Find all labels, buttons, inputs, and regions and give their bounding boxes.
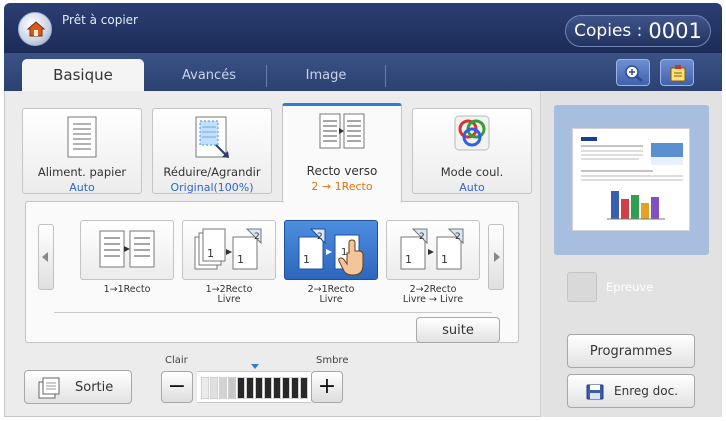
density-light-label: Clair: [165, 355, 188, 366]
side-panel: Epreuve Programmes Enreg doc.: [540, 91, 722, 417]
svg-text:1: 1: [441, 253, 448, 266]
svg-text:1: 1: [237, 253, 244, 266]
home-icon: [26, 21, 46, 37]
duplex-label: Recto verso: [306, 164, 378, 178]
svg-text:2: 2: [419, 232, 425, 242]
svg-text:2: 2: [455, 232, 461, 242]
reduce-enlarge-button[interactable]: Réduire/Agrandir Original(100%): [152, 108, 272, 194]
suite-button[interactable]: suite: [416, 317, 500, 343]
chevron-left-icon: [42, 252, 48, 262]
epreuve-label: Epreuve: [606, 280, 654, 294]
density-segment: [210, 377, 218, 399]
option-label: 1→2Recto Livre: [182, 285, 276, 305]
scroll-right-button[interactable]: [488, 224, 504, 290]
duplex-2-1-icon: 2 1 1: [298, 228, 364, 276]
density-indicator: [251, 364, 259, 369]
reduce-enlarge-icon: [195, 116, 229, 158]
color-mode-icon: [454, 115, 490, 151]
duplex-button[interactable]: Recto verso 2 → 1Recto: [282, 103, 402, 203]
tab-bar: Basique Avancés Image: [4, 53, 722, 91]
save-icon: [586, 384, 604, 400]
sortie-button[interactable]: Sortie: [24, 370, 132, 404]
density-segment: [300, 377, 308, 399]
preview-thumbnail: [572, 128, 690, 231]
zoom-button[interactable]: [616, 59, 650, 86]
duplex-1-2-icon: 1 2 1: [194, 228, 262, 270]
svg-text:2: 2: [317, 232, 323, 242]
density-segment: [201, 377, 209, 399]
preview-area: [554, 105, 709, 255]
epreuve-checkbox[interactable]: [567, 272, 597, 302]
option-label-line2: Livre: [319, 294, 343, 305]
svg-text:1: 1: [207, 247, 214, 260]
copies-value: 0001: [648, 19, 702, 43]
color-mode-button[interactable]: Mode coul. Auto: [412, 108, 532, 194]
density-increase-button[interactable]: +: [311, 371, 343, 403]
divider: [54, 312, 492, 313]
density-segment: [291, 377, 299, 399]
density-slider[interactable]: [197, 371, 311, 403]
density-segment: [273, 377, 281, 399]
density-segment: [219, 377, 227, 399]
copies-label: Copies :: [574, 21, 643, 41]
duplex-2-2-icon: 2 1 2 1: [400, 228, 464, 270]
density-segment: [228, 377, 236, 399]
option-label-line2: Livre: [217, 294, 241, 305]
option-label-line2: Livre → Livre: [402, 294, 464, 305]
zoom-in-icon: [625, 65, 643, 82]
option-label-line1: 1→1Recto: [103, 284, 151, 295]
option-2-1-recto-livre[interactable]: 2 1 1: [284, 220, 378, 280]
reduce-enlarge-value: Original(100%): [170, 181, 254, 194]
option-2-2-recto-livre-livre[interactable]: 2 1 2 1: [386, 220, 480, 280]
option-1-1-recto[interactable]: [80, 220, 174, 280]
save-document-label: Enreg doc.: [614, 384, 679, 398]
svg-text:1: 1: [405, 253, 412, 266]
output-tray-icon: [38, 377, 60, 399]
density-segment: [246, 377, 254, 399]
paper-feed-label: Aliment. papier: [37, 165, 127, 179]
svg-text:2: 2: [254, 232, 260, 242]
duplex-value: 2 → 1Recto: [311, 180, 373, 193]
tab-basique[interactable]: Basique: [22, 59, 144, 91]
main-panel: Aliment. papier Auto Réduire/Agrandir Or…: [4, 91, 540, 417]
paper-feed-value: Auto: [69, 181, 95, 194]
density-dark-label: Smbre: [316, 355, 349, 366]
svg-text:1: 1: [303, 253, 310, 266]
tab-separator: [385, 65, 386, 87]
title-bar: Prêt à copier Copies : 0001: [4, 3, 722, 53]
duplex-1-1-icon: [99, 230, 155, 268]
reduce-enlarge-label: Réduire/Agrandir: [163, 165, 261, 179]
duplex-options-panel: 1→1Recto 1 2 1 1→2Recto Livre 2 1 1 2→1R…: [25, 201, 519, 343]
option-label: 2→1Recto Livre: [284, 285, 378, 305]
density-segment: [237, 377, 245, 399]
option-1-2-recto-livre[interactable]: 1 2 1: [182, 220, 276, 280]
chevron-right-icon: [494, 252, 500, 262]
option-label: 1→1Recto: [80, 285, 174, 295]
sortie-label: Sortie: [75, 380, 114, 395]
clipboard-icon: [670, 65, 686, 82]
save-document-button[interactable]: Enreg doc.: [567, 374, 695, 408]
job-info-button[interactable]: [660, 59, 694, 86]
tab-image[interactable]: Image: [267, 59, 385, 91]
duplex-icon: [319, 113, 365, 149]
status-text: Prêt à copier: [62, 13, 138, 27]
copies-counter[interactable]: Copies : 0001: [565, 15, 711, 47]
paper-feed-icon: [67, 116, 97, 158]
scroll-left-button[interactable]: [38, 224, 54, 290]
svg-text:1: 1: [341, 247, 347, 258]
color-mode-value: Auto: [459, 181, 485, 194]
density-segment: [264, 377, 272, 399]
paper-feed-button[interactable]: Aliment. papier Auto: [22, 108, 142, 194]
document-preview-image: [581, 137, 683, 220]
programmes-button[interactable]: Programmes: [567, 334, 695, 368]
density-decrease-button[interactable]: −: [161, 371, 193, 403]
option-label: 2→2Recto Livre → Livre: [386, 285, 480, 305]
home-button[interactable]: [18, 12, 52, 46]
tab-avances[interactable]: Avancés: [152, 59, 266, 91]
density-segment: [282, 377, 290, 399]
color-mode-label: Mode coul.: [440, 165, 504, 179]
density-segment: [255, 377, 263, 399]
